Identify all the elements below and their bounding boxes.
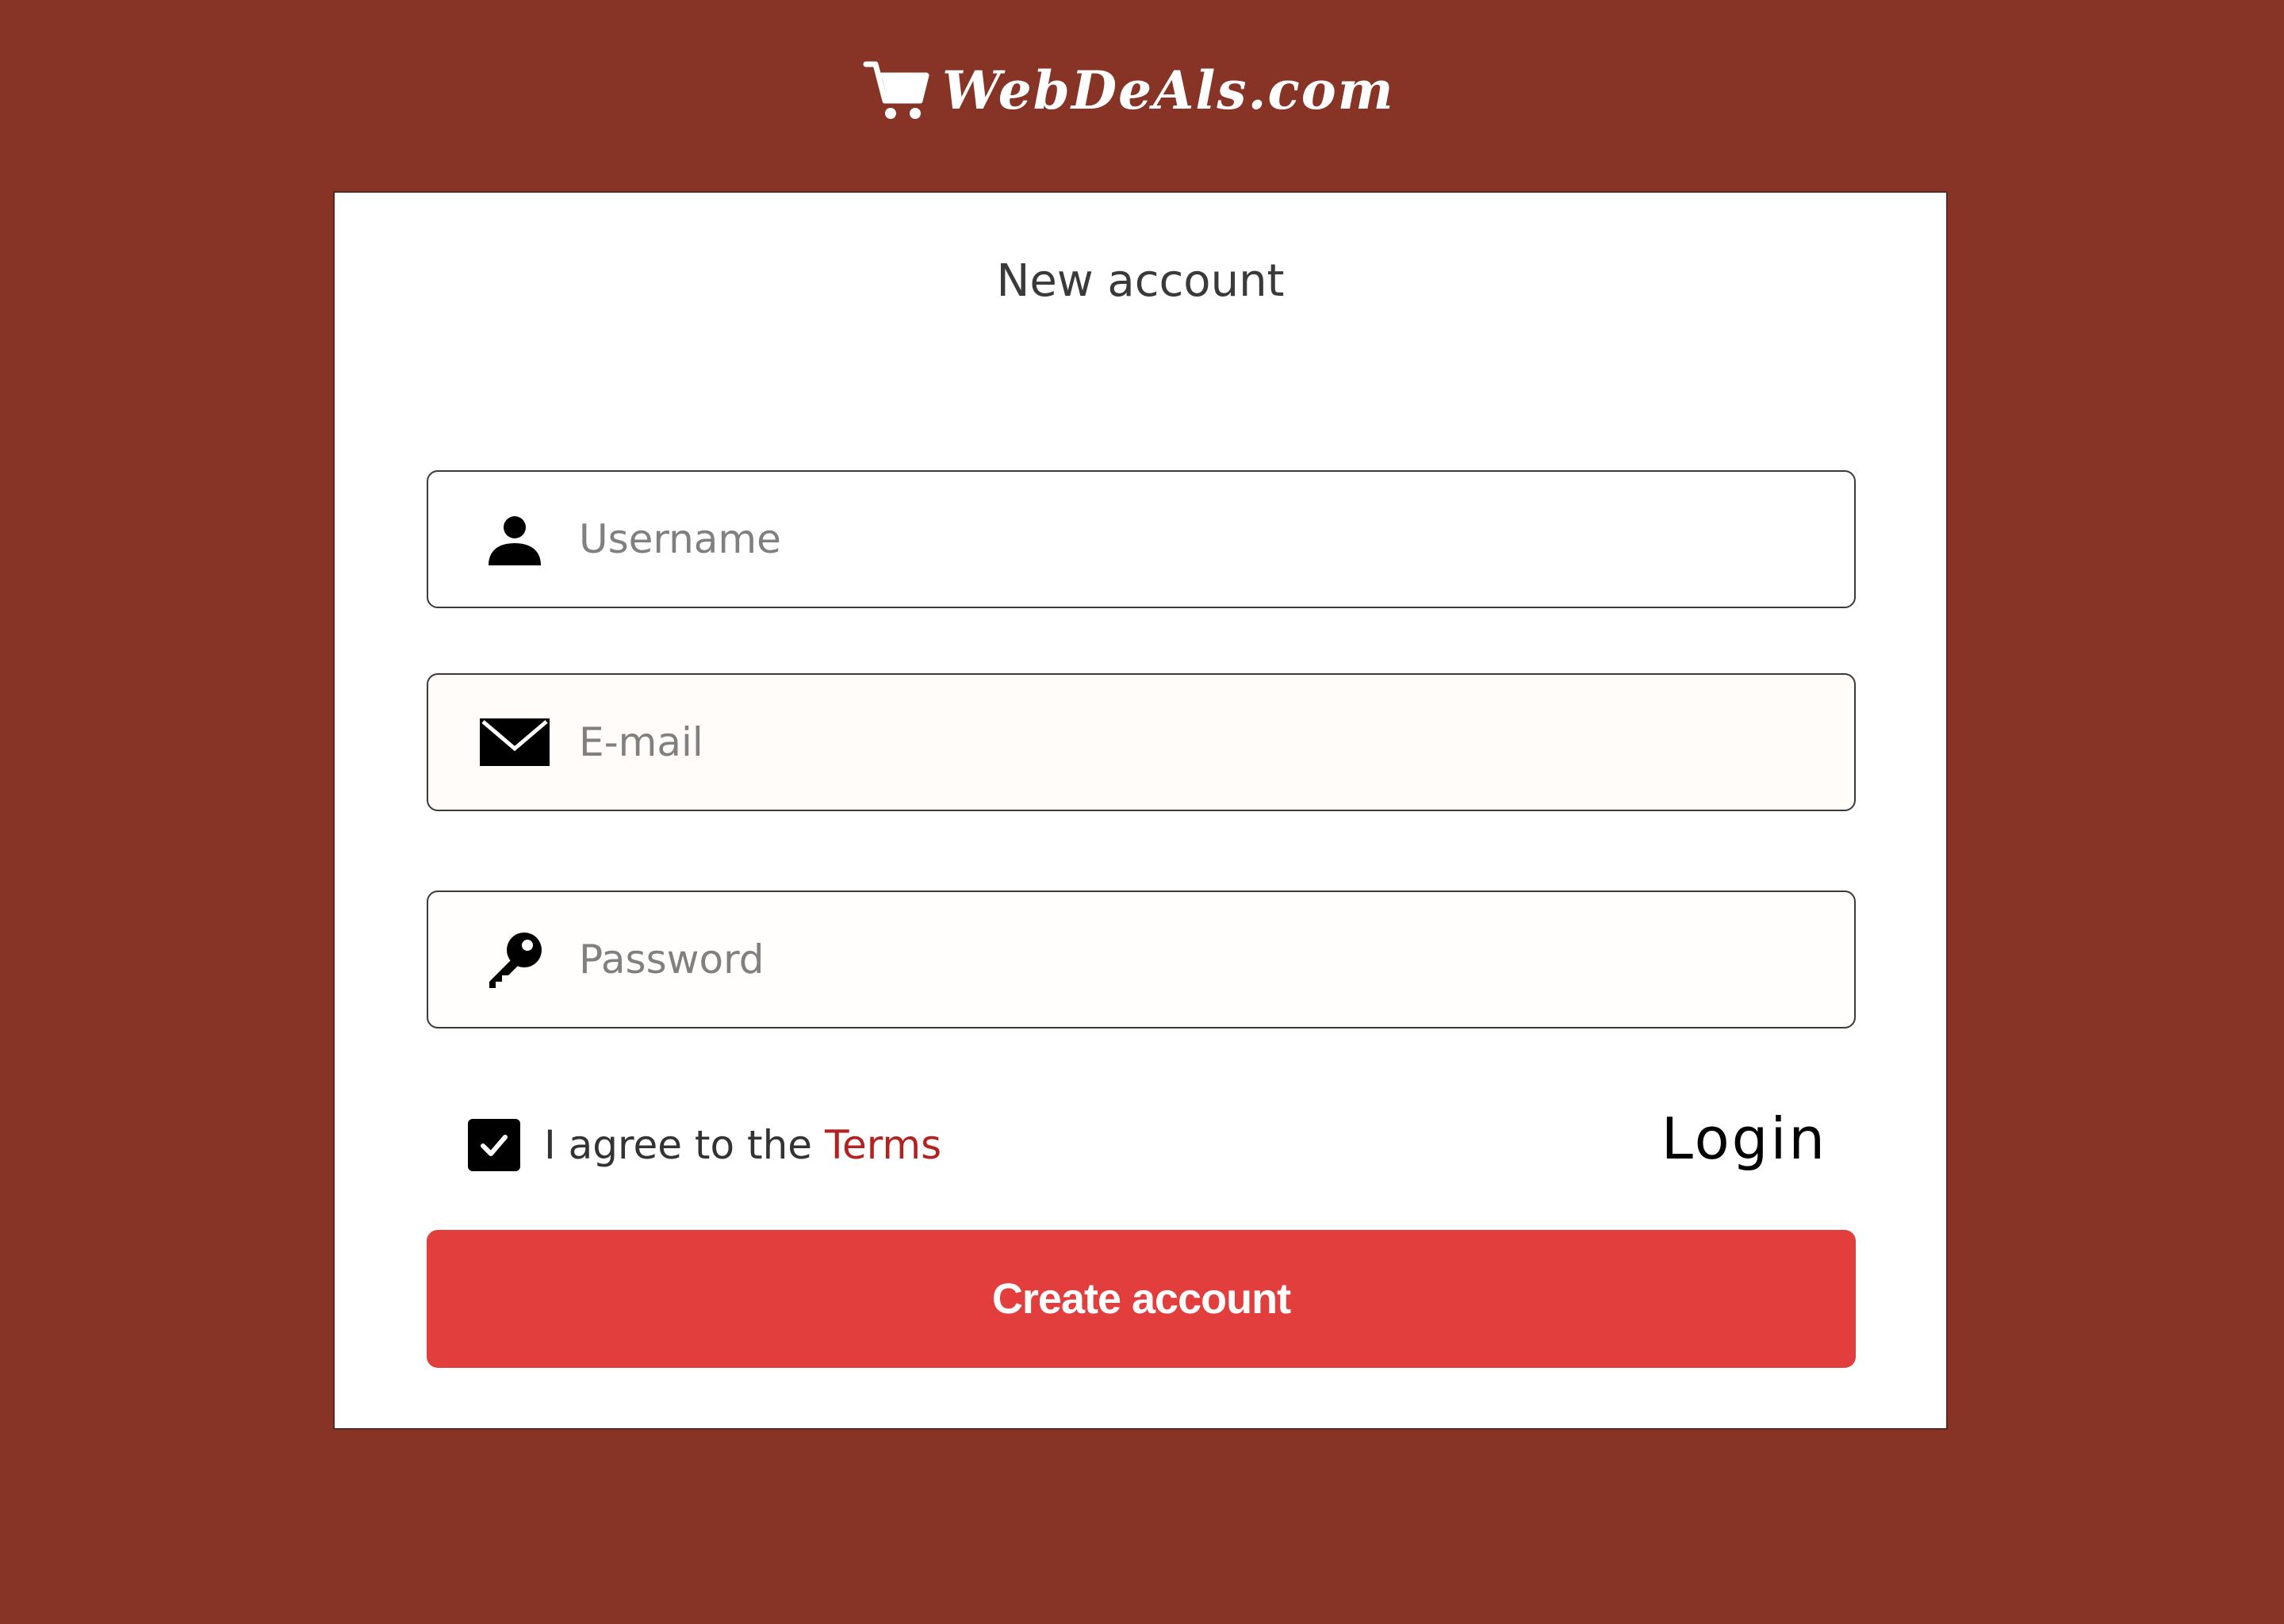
email-field[interactable] — [427, 673, 1856, 811]
password-field[interactable] — [427, 891, 1856, 1028]
email-input[interactable] — [579, 675, 1854, 810]
brand-name: WebDeAls.com — [942, 59, 1395, 121]
page-title: New account — [996, 255, 1285, 307]
terms-row: I agree to the Terms — [468, 1117, 941, 1173]
terms-checkbox[interactable] — [468, 1119, 520, 1171]
brand-logo[interactable]: WebDeAls.com — [863, 54, 1395, 127]
create-account-button[interactable]: Create account — [427, 1230, 1856, 1368]
shopping-cart-icon — [863, 56, 931, 124]
person-icon — [479, 504, 550, 575]
envelope-icon — [479, 707, 550, 778]
terms-prefix: I agree to the — [544, 1122, 825, 1168]
username-input[interactable] — [579, 472, 1854, 607]
username-field[interactable] — [427, 470, 1856, 608]
terms-label: I agree to the Terms — [544, 1122, 941, 1168]
terms-link[interactable]: Terms — [825, 1122, 941, 1168]
password-input[interactable] — [579, 892, 1854, 1027]
key-icon — [479, 924, 550, 995]
new-account-card: New account Username E-mail I agree to t… — [333, 191, 1948, 1430]
login-link[interactable]: Login — [1661, 1105, 1827, 1173]
checkmark-icon — [481, 1135, 508, 1156]
